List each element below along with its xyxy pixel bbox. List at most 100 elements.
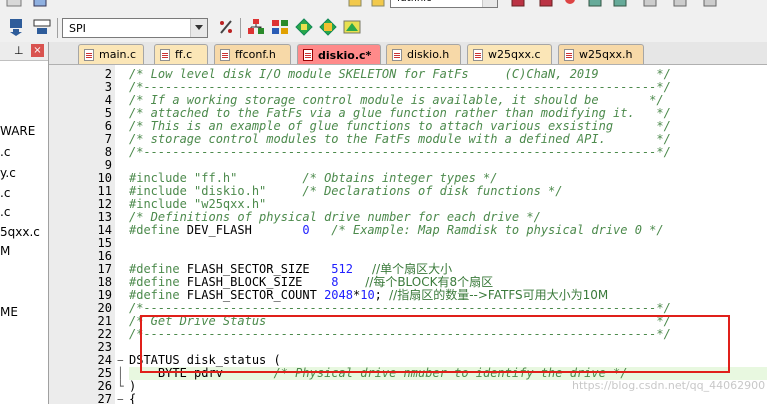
- preprocessor-directive: #define: [129, 223, 187, 237]
- download-icon[interactable]: [6, 18, 26, 36]
- upper-toolbar-icon-9[interactable]: [610, 0, 630, 10]
- line-number: 5: [104, 106, 112, 120]
- target-options-icon[interactable]: [216, 18, 236, 36]
- fold-collapse-icon[interactable]: −: [117, 393, 124, 404]
- code-comment: //每个BLOCK有8个扇区: [338, 275, 494, 289]
- close-icon[interactable]: ×: [31, 44, 44, 57]
- macro-name: DEV_FLASH: [186, 223, 303, 237]
- h-file-icon: [564, 49, 574, 61]
- manage-components-icon[interactable]: [246, 18, 266, 36]
- code-comment: /* Physical drive nmuber to identify the…: [273, 366, 628, 380]
- find-combo-value: fatfinic: [397, 0, 431, 4]
- c-file-icon: [303, 49, 313, 61]
- tab-w25qxx-h[interactable]: w25qxx.h: [558, 44, 644, 64]
- line-number: 2: [104, 67, 112, 81]
- tab-main-c[interactable]: main.c: [78, 44, 144, 64]
- include-path: "diskio.h": [194, 184, 267, 198]
- c-file-icon: [160, 49, 170, 61]
- target-select-value: SPI: [69, 22, 86, 35]
- project-tree-item[interactable]: ME: [0, 305, 18, 319]
- upper-toolbar-icon-6[interactable]: [536, 0, 556, 10]
- project-tree-item[interactable]: .c: [0, 205, 10, 219]
- toolbar-separator: [240, 18, 241, 38]
- upper-toolbar-icon-7[interactable]: [560, 0, 580, 10]
- file-extensions-icon[interactable]: [270, 18, 290, 36]
- c-file-icon: [84, 49, 94, 61]
- project-panel: ⊥ × WARE .c y.c .c .c 5qxx.c M ME: [0, 42, 49, 404]
- project-tree-item[interactable]: WARE: [0, 124, 35, 138]
- project-tree-item[interactable]: 5qxx.c: [0, 225, 40, 239]
- line-number: 8: [104, 145, 112, 159]
- pack-installer-icon[interactable]: [294, 18, 314, 36]
- code-area[interactable]: /* Low level disk I/O module SKELETON fo…: [129, 65, 767, 404]
- fold-collapse-icon[interactable]: −: [117, 354, 124, 367]
- target-select[interactable]: SPI: [62, 18, 208, 38]
- pin-icon[interactable]: ⊥: [14, 44, 24, 57]
- toolbar-separator: [57, 18, 58, 38]
- chevron-down-icon[interactable]: [190, 19, 207, 37]
- fold-margin: − │ └ −: [115, 65, 129, 404]
- upper-toolbar-icon-10[interactable]: [640, 0, 660, 10]
- project-tree-item[interactable]: y.c: [0, 166, 16, 180]
- macro-value: 2048: [324, 288, 353, 302]
- find-combo[interactable]: fatfinic: [390, 0, 498, 8]
- project-tree-item[interactable]: .c: [0, 145, 10, 159]
- chevron-down-icon[interactable]: [482, 0, 497, 7]
- code-line: #define DEV_FLASH 0 /* Example: Map Ramd…: [129, 224, 664, 237]
- code-comment: //指扇区的数量-->FATFS可用大小为10M: [389, 288, 609, 302]
- tab-label: w25qxx.c: [488, 48, 541, 61]
- preprocessor-directive: #define: [129, 262, 187, 276]
- upper-toolbar-icon-12[interactable]: [700, 0, 720, 10]
- upper-toolbar-icon-2[interactable]: [30, 0, 50, 10]
- code-comment: /* Declarations of disk functions */: [266, 184, 563, 198]
- include-path: "w25qxx.h": [194, 197, 267, 211]
- tab-label: ff.c: [175, 48, 193, 61]
- semicolon: ;: [374, 288, 390, 302]
- project-tree-item[interactable]: M: [0, 244, 10, 258]
- code-comment: /* Obtains integer types */: [237, 171, 498, 185]
- macro-value: 10: [360, 288, 375, 302]
- project-panel-header: ⊥ ×: [0, 42, 48, 61]
- tab-label: main.c: [99, 48, 137, 61]
- upper-toolbar-icon-11[interactable]: [670, 0, 690, 10]
- project-tree-item[interactable]: .c: [0, 186, 10, 200]
- tab-label: diskio.c*: [318, 48, 372, 62]
- code-line: {: [129, 392, 137, 404]
- tab-label: diskio.h: [407, 48, 450, 61]
- upper-toolbar-icon-8[interactable]: [585, 0, 605, 10]
- tab-label: ffconf.h: [235, 48, 276, 61]
- macro-name: FLASH_SECTOR_SIZE: [186, 262, 332, 276]
- line-number: 7: [104, 132, 112, 146]
- macro-value: 8: [331, 275, 339, 289]
- upper-toolbar-icon[interactable]: [4, 0, 24, 10]
- include-path: "ff.h": [194, 171, 238, 185]
- preprocessor-directive: #define: [129, 288, 187, 302]
- parameter: BYTE pdrv: [129, 366, 274, 380]
- tab-label: w25qxx.h: [579, 48, 633, 61]
- code-comment: //单个扇区大小: [352, 262, 453, 276]
- c-file-icon: [473, 49, 483, 61]
- code-editor[interactable]: 2 3 4 5 6 7 8 9 10 11 12 13 14 15 16 17 …: [49, 65, 767, 404]
- tab-ff-c[interactable]: ff.c: [154, 44, 208, 64]
- line-number: 4: [104, 93, 112, 107]
- upper-toolbar-icon-5[interactable]: [508, 0, 528, 10]
- tab-diskio-h[interactable]: diskio.h: [386, 44, 461, 64]
- macro-name: FLASH_SECTOR_COUNT: [186, 288, 325, 302]
- macro-value: 512: [331, 262, 353, 276]
- code-line: /*--------------------------------------…: [129, 327, 671, 341]
- preprocessor-directive: #define: [129, 275, 187, 289]
- upper-toolbar-icon-4[interactable]: [368, 0, 388, 10]
- tab-ffconf-h[interactable]: ffconf.h: [214, 44, 291, 64]
- tab-w25qxx-c[interactable]: w25qxx.c: [467, 44, 552, 64]
- watermark-text: https://blog.csdn.net/qq_44062900: [572, 379, 766, 392]
- toolbar: fatfinic SPI: [0, 0, 767, 43]
- run-time-environment-icon[interactable]: [318, 18, 338, 36]
- tab-diskio-c[interactable]: diskio.c*: [297, 44, 381, 64]
- fold-end-icon: └: [117, 380, 124, 393]
- load-icon[interactable]: [32, 18, 52, 36]
- select-software-packs-icon[interactable]: [342, 18, 362, 36]
- code-comment: /* Example: Map Ramdisk to physical driv…: [309, 223, 664, 237]
- macro-name: FLASH_BLOCK_SIZE: [186, 275, 332, 289]
- upper-toolbar-icon-3[interactable]: [345, 0, 365, 10]
- h-file-icon: [392, 49, 402, 61]
